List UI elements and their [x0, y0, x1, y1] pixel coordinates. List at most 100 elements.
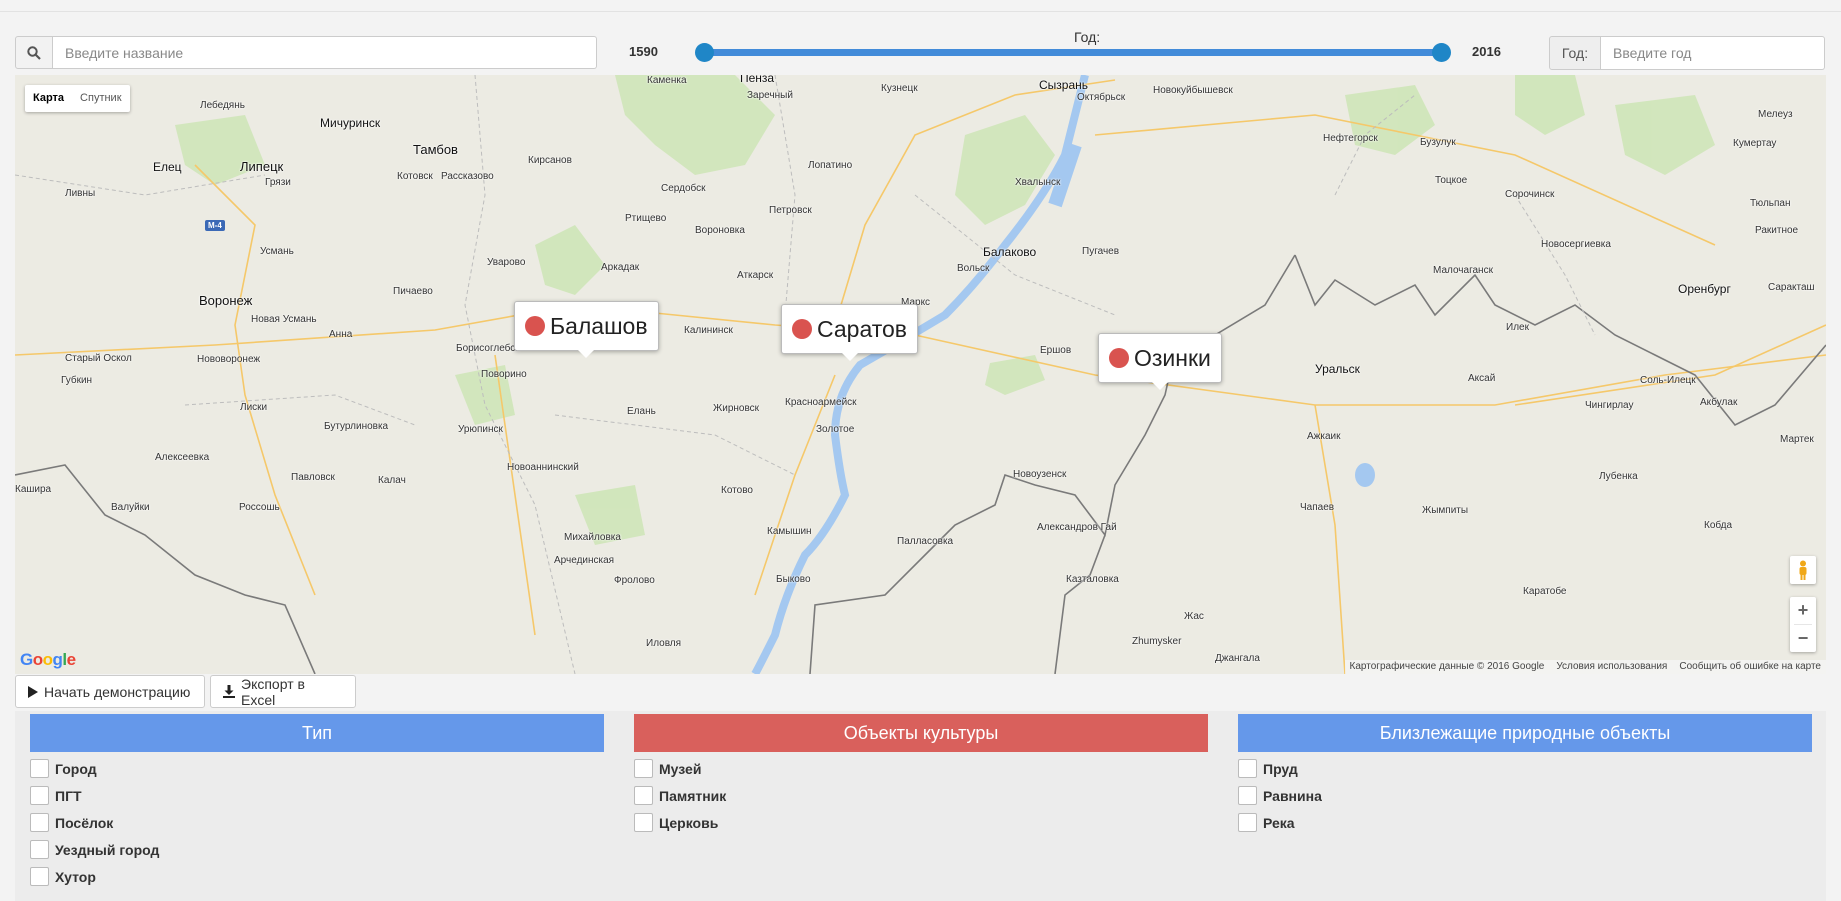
map-view[interactable]: Карта Спутник M-4 Каменка Пенза Заречный… — [15, 75, 1826, 674]
start-demo-button[interactable]: Начать демонстрацию — [15, 675, 205, 708]
checkbox[interactable] — [634, 786, 653, 805]
filter-option[interactable]: ПГТ — [30, 782, 604, 809]
place-label: Калининск — [684, 325, 733, 336]
marker-label: Саратов — [817, 315, 908, 342]
marker-label: Озинки — [1134, 344, 1211, 371]
city-marker-balashov[interactable]: Балашов — [514, 301, 659, 358]
marker-label: Балашов — [550, 312, 648, 339]
place-label: Казталовка — [1066, 574, 1119, 585]
checkbox[interactable] — [30, 813, 49, 832]
place-label: Липецк — [240, 159, 284, 174]
report-error-link[interactable]: Сообщить об ошибке на карте — [1679, 660, 1821, 674]
slider-handle-min[interactable] — [695, 43, 714, 62]
place-label: Вороновка — [695, 225, 745, 236]
filter-option[interactable]: Уездный город — [30, 836, 604, 863]
year-input[interactable] — [1601, 36, 1825, 70]
download-icon — [223, 685, 235, 698]
place-label: Сердобск — [661, 183, 706, 194]
place-label: Джангала — [1215, 653, 1260, 664]
google-logo: Google — [20, 650, 76, 669]
city-marker-saratov[interactable]: Саратов — [781, 304, 919, 361]
option-label: Посёлок — [55, 814, 114, 831]
place-label: Палласовка — [897, 536, 954, 547]
filter-option[interactable]: Церковь — [634, 809, 1208, 836]
map-base-layer — [15, 75, 1826, 674]
road-badge: M-4 — [205, 220, 225, 231]
place-label: Кобда — [1704, 520, 1733, 531]
place-label: Заречный — [747, 90, 793, 101]
place-label: Иловля — [646, 638, 682, 649]
search-icon — [27, 45, 41, 60]
city-marker-ozinki[interactable]: Озинки — [1098, 333, 1222, 390]
place-label: Воронеж — [199, 293, 253, 308]
filter-option[interactable]: Пруд — [1238, 755, 1812, 782]
checkbox[interactable] — [634, 759, 653, 778]
place-label: Быково — [776, 574, 811, 585]
place-label: Мартек — [1780, 434, 1814, 445]
zoom-in-button[interactable]: + — [1790, 597, 1816, 624]
place-label: Петровск — [769, 205, 812, 216]
filter-option[interactable]: Памятник — [634, 782, 1208, 809]
filter-option[interactable]: Река — [1238, 809, 1812, 836]
filter-option[interactable]: Город — [30, 755, 604, 782]
place-label: Жымпиты — [1422, 505, 1469, 516]
place-label: Новокуйбышевск — [1153, 85, 1233, 96]
place-label: Хвалынск — [1015, 177, 1061, 188]
place-label: Уварово — [487, 257, 526, 268]
place-label: Ажкаик — [1307, 431, 1341, 442]
checkbox[interactable] — [30, 786, 49, 805]
place-label: Валуйки — [111, 502, 150, 513]
search-input[interactable] — [53, 36, 597, 69]
option-label: Уездный город — [55, 841, 160, 858]
slider-handle-max[interactable] — [1432, 43, 1451, 62]
place-label: Золотое — [816, 424, 855, 435]
slider-max-value: 2016 — [1472, 44, 1501, 59]
place-label: Елец — [153, 160, 182, 174]
place-label: Арчединская — [554, 555, 615, 566]
panel-header: Близлежащие природные объекты — [1238, 714, 1812, 752]
map-type-map[interactable]: Карта — [25, 85, 72, 112]
place-label: Лиски — [240, 402, 268, 413]
zoom-control: + − — [1790, 597, 1816, 652]
filter-option[interactable]: Хутор — [30, 863, 604, 890]
map-type-satellite[interactable]: Спутник — [72, 85, 129, 112]
filter-option[interactable]: Равнина — [1238, 782, 1812, 809]
place-label: Сорочинск — [1505, 189, 1555, 200]
street-view-pegman[interactable] — [1790, 556, 1816, 584]
terms-link[interactable]: Условия использования — [1556, 660, 1667, 674]
option-label: Город — [55, 760, 97, 777]
place-label: Анна — [329, 329, 353, 340]
checkbox-list: Пруд Равнина Река — [1238, 752, 1812, 836]
option-label: Музей — [659, 760, 702, 777]
checkbox[interactable] — [30, 840, 49, 859]
slider-min-value: 1590 — [629, 44, 658, 59]
year-addon-label: Год: — [1549, 36, 1601, 70]
filter-option[interactable]: Музей — [634, 755, 1208, 782]
zoom-out-button[interactable]: − — [1790, 625, 1816, 652]
checkbox-list: Город ПГТ Посёлок Уездный город Хутор — [30, 752, 604, 890]
place-label: Ливны — [65, 188, 96, 199]
filter-option[interactable]: Посёлок — [30, 809, 604, 836]
place-label: Камышин — [767, 526, 812, 537]
place-label: Соль-Илецк — [1640, 375, 1696, 386]
option-label: Пруд — [1263, 760, 1298, 777]
place-label: Лебедянь — [200, 100, 245, 111]
checkbox[interactable] — [1238, 759, 1257, 778]
place-label: Аксай — [1468, 373, 1496, 384]
checkbox[interactable] — [634, 813, 653, 832]
checkbox[interactable] — [30, 759, 49, 778]
year-range-track[interactable] — [705, 49, 1443, 56]
slider-label: Год: — [1074, 29, 1101, 45]
place-label: Вольск — [957, 263, 990, 274]
place-label: Усмань — [260, 246, 294, 257]
place-label: Ракитное — [1755, 225, 1799, 236]
search-button[interactable] — [15, 36, 53, 69]
checkbox[interactable] — [30, 867, 49, 886]
option-label: Равнина — [1263, 787, 1322, 804]
export-excel-button[interactable]: Экспорт в Excel — [210, 675, 356, 708]
filter-panel-type: Тип Город ПГТ Посёлок Уездный город Хуто… — [30, 714, 604, 890]
checkbox[interactable] — [1238, 786, 1257, 805]
checkbox[interactable] — [1238, 813, 1257, 832]
place-label: Малочаганск — [1433, 265, 1493, 276]
panel-header: Объекты культуры — [634, 714, 1208, 752]
